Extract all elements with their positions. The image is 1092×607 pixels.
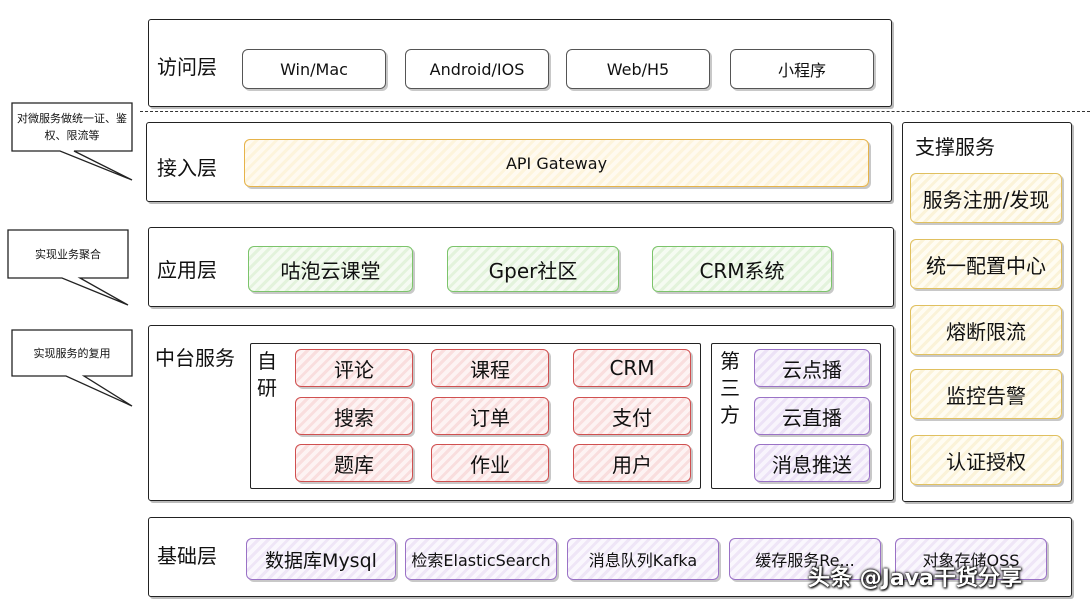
self-developed-label: 自研: [257, 349, 277, 400]
service-comment: 评论: [295, 349, 413, 387]
self-developed-group: 自研 评论 课程 CRM 搜索 订单 支付 题库 作业 用户: [250, 343, 701, 489]
service-crm: CRM: [573, 349, 691, 387]
service-search: 搜索: [295, 397, 413, 435]
middle-layer-title: 中台服务: [155, 346, 235, 370]
support-services-panel: 支撑服务 服务注册/发现 统一配置中心 熔断限流 监控告警 认证授权: [902, 122, 1072, 502]
access-item-win-mac: Win/Mac: [242, 49, 386, 89]
base-item-elasticsearch: 检索ElasticSearch: [405, 538, 557, 580]
access-item-mini-program: 小程序: [730, 49, 874, 89]
app-item-crm: CRM系统: [652, 246, 832, 292]
watermark: 头条 @Java干货分享: [808, 566, 1022, 591]
service-course: 课程: [431, 349, 549, 387]
support-item-circuit-breaker: 熔断限流: [910, 305, 1062, 355]
third-party-group: 第三方 云点播 云直播 消息推送: [711, 343, 881, 489]
application-layer-title: 应用层: [157, 258, 217, 282]
callout-reuse: 实现服务的复用: [33, 346, 111, 360]
service-live: 云直播: [754, 397, 870, 435]
service-order: 订单: [431, 397, 549, 435]
access-item-android-ios: Android/IOS: [405, 49, 549, 89]
support-item-config: 统一配置中心: [910, 239, 1062, 289]
service-question-bank: 题库: [295, 444, 413, 482]
service-push: 消息推送: [754, 444, 870, 482]
support-item-monitoring: 监控告警: [910, 369, 1062, 419]
access-layer-title: 访问层: [157, 55, 217, 79]
gateway-layer: 接入层 API Gateway: [146, 122, 892, 202]
service-homework: 作业: [431, 444, 549, 482]
callout-aggregation: 实现业务聚合: [35, 247, 101, 261]
base-item-mysql: 数据库Mysql: [246, 538, 396, 580]
access-layer: 访问层 Win/Mac Android/IOS Web/H5 小程序: [148, 19, 892, 107]
gateway-layer-title: 接入层: [157, 156, 217, 180]
base-item-kafka: 消息队列Kafka: [567, 538, 719, 580]
service-payment: 支付: [573, 397, 691, 435]
middle-service-layer: 中台服务 自研 评论 课程 CRM 搜索 订单 支付 题库 作业 用户 第三方 …: [148, 325, 894, 501]
application-layer: 应用层 咕泡云课堂 Gper社区 CRM系统: [148, 227, 894, 307]
callout-auth: 对微服务做统一证、鉴权、限流等: [17, 112, 127, 142]
app-item-classroom: 咕泡云课堂: [248, 246, 413, 292]
base-layer-title: 基础层: [157, 544, 217, 568]
access-item-web-h5: Web/H5: [566, 49, 710, 89]
support-item-auth: 认证授权: [910, 435, 1062, 485]
app-item-gper: Gper社区: [447, 246, 619, 292]
dashed-divider: [140, 111, 1090, 112]
service-user: 用户: [573, 444, 691, 482]
third-party-label: 第三方: [720, 349, 740, 427]
support-title: 支撑服务: [915, 135, 995, 159]
api-gateway: API Gateway: [244, 139, 869, 187]
service-vod: 云点播: [754, 349, 870, 387]
support-item-registry: 服务注册/发现: [910, 173, 1062, 223]
